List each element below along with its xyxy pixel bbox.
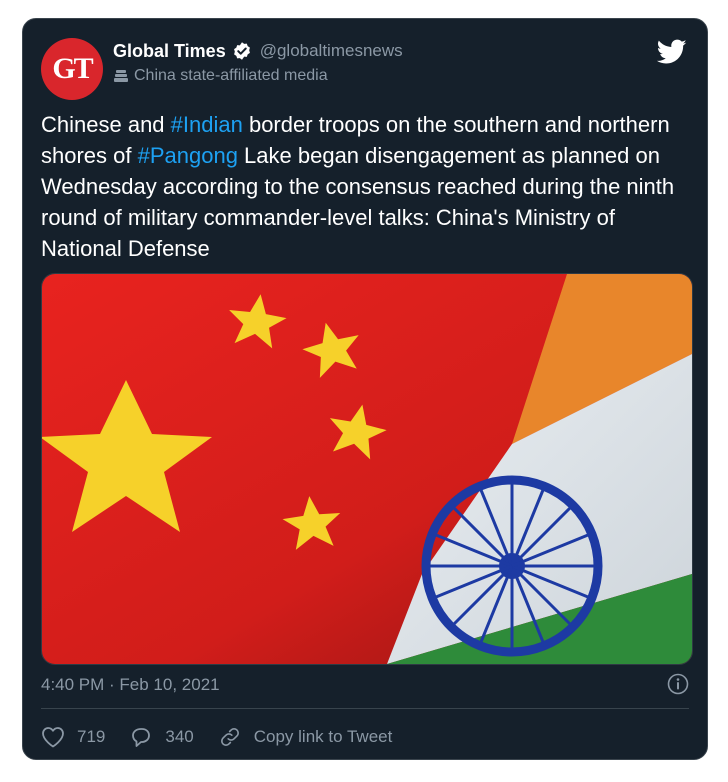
heart-icon [42, 727, 64, 748]
verified-badge-icon [232, 41, 252, 61]
like-count: 719 [77, 727, 106, 746]
author-row: Global Times @globaltimesnews [113, 39, 403, 63]
reply-count: 340 [165, 727, 194, 746]
tweet-card[interactable]: GT Global Times @globaltimesnews China s… [22, 18, 708, 760]
reply-button[interactable]: 340 [129, 726, 194, 748]
author-handle[interactable]: @globaltimesnews [260, 41, 403, 61]
hashtag-link[interactable]: #Indian [171, 112, 243, 137]
info-icon[interactable] [667, 673, 689, 695]
avatar-text: GT [52, 52, 93, 85]
reply-bubble-icon [132, 728, 151, 747]
copy-link-button[interactable]: Copy link to Tweet [218, 726, 393, 748]
tweet-timestamp[interactable]: 4:40 PM · Feb 10, 2021 [41, 675, 220, 695]
avatar[interactable]: GT [41, 38, 103, 100]
tweet-text: Chinese and #Indian border troops on the… [41, 109, 691, 264]
hashtag-link[interactable]: #Pangong [138, 143, 238, 168]
tweet-text-segment: Chinese and [41, 112, 171, 137]
twitter-bird-icon[interactable] [656, 39, 687, 65]
author-display-name[interactable]: Global Times [113, 41, 226, 62]
state-media-flag-icon [113, 68, 129, 84]
divider [41, 708, 689, 709]
state-media-label-text: China state-affiliated media [134, 67, 328, 84]
tweet-actions: 719 340 Copy link to Tweet [41, 723, 416, 751]
tweet-image[interactable] [41, 273, 693, 665]
link-icon [220, 728, 239, 746]
state-media-label[interactable]: China state-affiliated media [113, 65, 328, 87]
like-button[interactable]: 719 [41, 726, 105, 748]
copy-link-label: Copy link to Tweet [253, 727, 393, 746]
